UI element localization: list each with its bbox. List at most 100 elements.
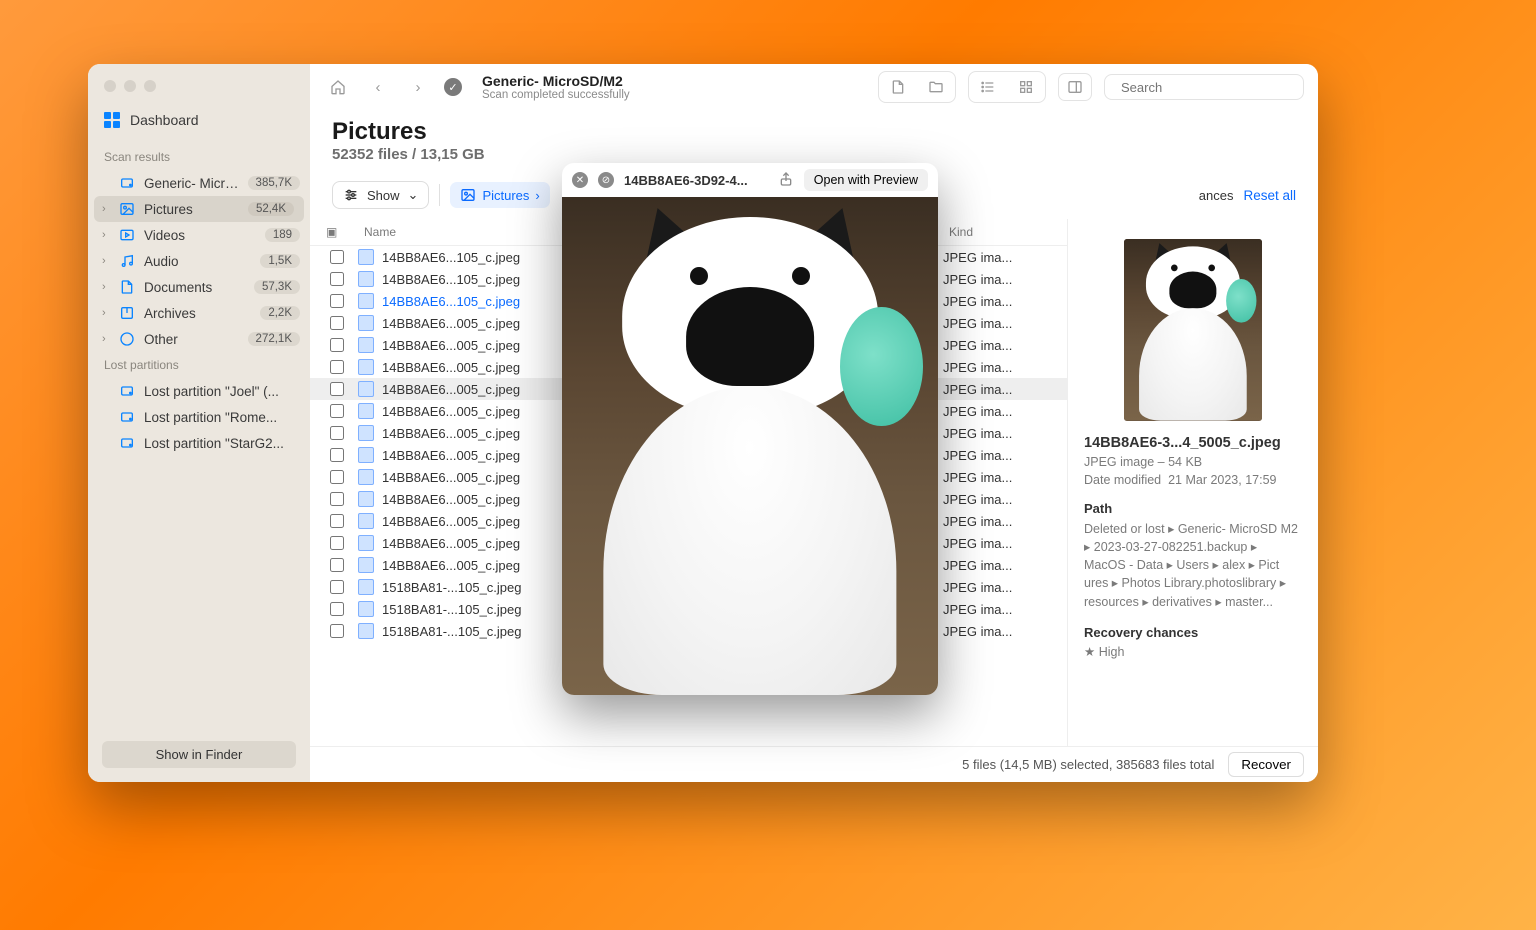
select-all-checkbox[interactable]: ▣ [316, 225, 358, 239]
filter-chip-pictures[interactable]: Pictures › [450, 182, 549, 208]
sidebar-item-documents[interactable]: ›Documents57,3K [88, 274, 310, 300]
block-icon[interactable]: ⊘ [598, 172, 614, 188]
row-checkbox[interactable] [330, 294, 344, 308]
show-button[interactable]: Show ⌄ [332, 181, 429, 209]
count-badge: 189 [265, 228, 300, 242]
row-checkbox[interactable] [330, 316, 344, 330]
kind-cell: JPEG ima... [943, 492, 1053, 507]
file-name: 1518BA81-...105_c.jpeg [382, 624, 522, 639]
search-field[interactable] [1104, 74, 1304, 100]
back-button[interactable]: ‹ [364, 73, 392, 101]
col-kind[interactable]: Kind [943, 225, 1053, 239]
chevron-right-icon: › [102, 203, 110, 215]
panel-toggle-icon[interactable] [1058, 73, 1092, 101]
file-name: 14BB8AE6...005_c.jpeg [382, 338, 520, 353]
chevron-right-icon: › [102, 333, 110, 345]
file-name: 14BB8AE6...005_c.jpeg [382, 514, 520, 529]
disk-icon [118, 435, 136, 451]
chevron-right-icon: › [102, 255, 110, 267]
details-filename: 14BB8AE6-3...4_5005_c.jpeg [1084, 435, 1302, 451]
row-checkbox[interactable] [330, 448, 344, 462]
dashboard-icon [104, 112, 120, 128]
search-input[interactable] [1121, 80, 1297, 95]
file-icon [358, 337, 374, 353]
kind-cell: JPEG ima... [943, 250, 1053, 265]
list-view-icon[interactable] [971, 74, 1005, 100]
doc-icon [118, 279, 136, 295]
window-controls[interactable] [88, 74, 310, 106]
row-checkbox[interactable] [330, 382, 344, 396]
file-name: 1518BA81-...105_c.jpeg [382, 580, 522, 595]
show-in-finder-button[interactable]: Show in Finder [102, 741, 296, 768]
file-icon [358, 249, 374, 265]
sidebar-item-generic-micro-[interactable]: Generic- Micro...385,7K [88, 170, 310, 196]
filter-chip-chances-partial[interactable]: ances [1199, 188, 1234, 203]
lost-partition-item[interactable]: Lost partition "Joel" (... [88, 378, 310, 404]
sidebar: Dashboard Scan results Generic- Micro...… [88, 64, 310, 782]
recover-button[interactable]: Recover [1228, 752, 1304, 777]
kind-cell: JPEG ima... [943, 272, 1053, 287]
toolbar-title: Generic- MicroSD/M2 Scan completed succe… [482, 73, 866, 101]
row-checkbox[interactable] [330, 602, 344, 616]
dashboard-link[interactable]: Dashboard [88, 106, 310, 144]
details-meta: JPEG image – 54 KB [1084, 455, 1302, 469]
file-icon [358, 403, 374, 419]
other-icon [118, 331, 136, 347]
grid-view-icon[interactable] [1009, 74, 1043, 100]
lost-partition-item[interactable]: Lost partition "StarG2... [88, 430, 310, 456]
row-checkbox[interactable] [330, 250, 344, 264]
sidebar-item-archives[interactable]: ›Archives2,2K [88, 300, 310, 326]
kind-cell: JPEG ima... [943, 624, 1053, 639]
file-name: 14BB8AE6...005_c.jpeg [382, 404, 520, 419]
row-checkbox[interactable] [330, 580, 344, 594]
file-name: 14BB8AE6...005_c.jpeg [382, 382, 520, 397]
folder-icon[interactable] [919, 74, 953, 100]
kind-cell: JPEG ima... [943, 470, 1053, 485]
kind-cell: JPEG ima... [943, 580, 1053, 595]
sidebar-item-other[interactable]: ›Other272,1K [88, 326, 310, 352]
file-name: 14BB8AE6...105_c.jpeg [382, 294, 520, 309]
row-checkbox[interactable] [330, 470, 344, 484]
quicklook-window[interactable]: ✕ ⊘ 14BB8AE6-3D92-4... Open with Preview [562, 163, 938, 695]
reset-all-button[interactable]: Reset all [1243, 188, 1296, 203]
file-icon [358, 315, 374, 331]
file-icon [358, 271, 374, 287]
row-checkbox[interactable] [330, 514, 344, 528]
open-with-preview-button[interactable]: Open with Preview [804, 169, 928, 191]
sidebar-item-videos[interactable]: ›Videos189 [88, 222, 310, 248]
file-icon [358, 601, 374, 617]
close-icon[interactable]: ✕ [572, 172, 588, 188]
file-name: 14BB8AE6...005_c.jpeg [382, 316, 520, 331]
kind-cell: JPEG ima... [943, 536, 1053, 551]
row-checkbox[interactable] [330, 558, 344, 572]
col-name[interactable]: Name [358, 225, 563, 239]
forward-button[interactable]: › [404, 73, 432, 101]
row-checkbox[interactable] [330, 360, 344, 374]
file-icon [358, 469, 374, 485]
home-icon[interactable] [324, 73, 352, 101]
row-checkbox[interactable] [330, 426, 344, 440]
count-badge: 2,2K [260, 306, 300, 320]
details-chances: ★ High [1084, 644, 1302, 659]
row-checkbox[interactable] [330, 492, 344, 506]
row-checkbox[interactable] [330, 404, 344, 418]
file-icon [358, 381, 374, 397]
row-checkbox[interactable] [330, 272, 344, 286]
row-checkbox[interactable] [330, 624, 344, 638]
sidebar-item-pictures[interactable]: ›Pictures52,4K [94, 196, 304, 222]
file-icon [358, 535, 374, 551]
row-checkbox[interactable] [330, 338, 344, 352]
sidebar-item-audio[interactable]: ›Audio1,5K [88, 248, 310, 274]
file-name: 14BB8AE6...005_c.jpeg [382, 448, 520, 463]
view-mode-list [968, 71, 1046, 103]
share-icon[interactable] [778, 171, 794, 190]
lost-partition-item[interactable]: Lost partition "Rome... [88, 404, 310, 430]
file-name: 14BB8AE6...005_c.jpeg [382, 426, 520, 441]
file-icon [358, 579, 374, 595]
count-badge: 272,1K [248, 332, 300, 346]
kind-cell: JPEG ima... [943, 448, 1053, 463]
file-icon[interactable] [881, 74, 915, 100]
row-checkbox[interactable] [330, 536, 344, 550]
quicklook-filename: 14BB8AE6-3D92-4... [624, 173, 768, 188]
file-icon [358, 359, 374, 375]
